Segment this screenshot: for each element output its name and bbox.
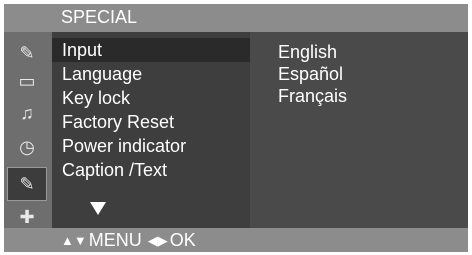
menu-title: SPECIAL bbox=[61, 7, 138, 27]
menu-item-caption-text[interactable]: Caption /Text bbox=[52, 158, 250, 182]
updown-arrow-icon: ▲▼ bbox=[61, 233, 87, 248]
time-icon[interactable]: ◷ bbox=[12, 134, 42, 160]
footer-ok-label: OK bbox=[169, 230, 196, 250]
options-panel: English Español Français bbox=[250, 32, 468, 228]
osd-menu: SPECIAL ✎ ▭ ♫ ◷ ✎ ✚ Input Language Key l… bbox=[4, 4, 468, 252]
speaker-icon[interactable]: ♫ bbox=[12, 100, 42, 126]
picture-icon[interactable]: ✎ bbox=[12, 40, 42, 66]
icon-sidebar: ✎ ▭ ♫ ◷ ✎ ✚ bbox=[4, 32, 52, 228]
leftright-arrow-icon: ◀▶ bbox=[147, 232, 168, 248]
menu-item-input[interactable]: Input bbox=[52, 38, 250, 62]
footer-bar: ▲▼ MENU ◀▶ OK bbox=[4, 228, 468, 252]
title-bar: SPECIAL bbox=[4, 4, 468, 32]
option-english[interactable]: English bbox=[278, 41, 337, 63]
footer-menu-label: MENU bbox=[88, 230, 142, 250]
special-icon[interactable]: ✎ bbox=[7, 167, 47, 201]
scroll-down-icon[interactable] bbox=[90, 202, 106, 215]
screen-icon[interactable]: ▭ bbox=[12, 68, 42, 94]
menu-item-key-lock[interactable]: Key lock bbox=[52, 86, 250, 110]
menu-item-factory-reset[interactable]: Factory Reset bbox=[52, 110, 250, 134]
menu-item-language[interactable]: Language bbox=[52, 62, 250, 86]
option-francais[interactable]: Français bbox=[278, 85, 347, 107]
footer-hint: ▲▼ MENU ◀▶ OK bbox=[61, 230, 196, 251]
option-espanol[interactable]: Español bbox=[278, 63, 343, 85]
menu-item-power-indicator[interactable]: Power indicator bbox=[52, 134, 250, 158]
tool-icon[interactable]: ✚ bbox=[12, 204, 42, 230]
menu-list: Input Language Key lock Factory Reset Po… bbox=[52, 32, 250, 228]
